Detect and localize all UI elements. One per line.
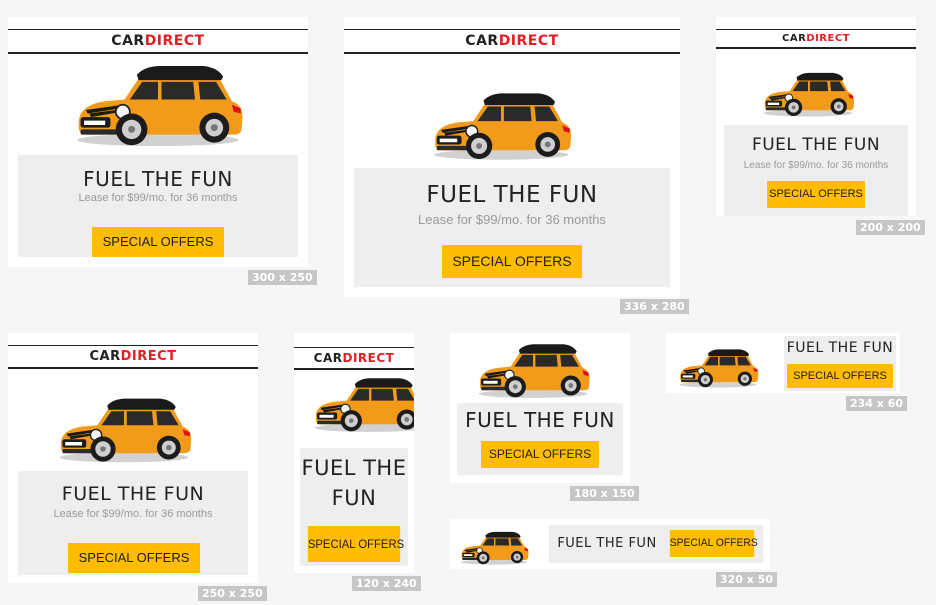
- cardirect-logo: CARDIRECT: [716, 29, 916, 49]
- offer-panel: FUEL THE FUN Lease for $99/mo. for 36 mo…: [18, 471, 248, 575]
- car-icon: [58, 397, 192, 463]
- special-offers-button[interactable]: SPECIAL OFFERS: [442, 245, 582, 278]
- logo-car-text: CAR: [111, 33, 145, 49]
- cardirect-logo: CARDIRECT: [344, 29, 680, 54]
- logo-car-text: CAR: [465, 33, 499, 49]
- logo-direct-text: DIRECT: [806, 33, 850, 44]
- special-offers-button[interactable]: SPECIAL OFFERS: [669, 530, 758, 557]
- lease-subline: Lease for $99/mo. for 36 months: [78, 192, 238, 204]
- car-icon: [314, 377, 414, 433]
- headline-line-1: FUEL THE: [301, 456, 407, 480]
- car-icon: [763, 72, 855, 118]
- cardirect-logo: CARDIRECT: [8, 29, 308, 54]
- banner-336x280[interactable]: CARDIRECT FUEL THE FUN Lease for $99/mo.…: [344, 17, 680, 297]
- car-icon: [433, 92, 572, 161]
- lease-subline: Lease for $99/mo. for 36 months: [418, 212, 606, 227]
- size-label: 336 x 280: [620, 299, 689, 314]
- size-label: 234 x 60: [846, 396, 908, 411]
- size-label: 300 x 250: [248, 270, 317, 285]
- banner-120x240[interactable]: CARDIRECT FUEL THE FUN SPECIAL OFFERS: [294, 333, 414, 573]
- size-label: 180 x 150: [570, 486, 639, 501]
- banner-200x200[interactable]: CARDIRECT FUEL THE FUN Lease for $99/mo.…: [716, 17, 916, 216]
- banner-234x60[interactable]: FUEL THE FUN SPECIAL OFFERS: [666, 333, 900, 393]
- lease-subline: Lease for $99/mo. for 36 months: [743, 160, 889, 171]
- headline: FUEL THE FUN: [557, 536, 657, 551]
- offer-panel: FUEL THE FUN SPECIAL OFFERS: [457, 403, 623, 475]
- lease-subline: Lease for $99/mo. for 36 months: [53, 508, 213, 520]
- logo-car-text: CAR: [89, 349, 121, 364]
- cardirect-logo: CARDIRECT: [294, 347, 414, 370]
- size-label: 320 x 50: [716, 572, 778, 587]
- special-offers-button[interactable]: SPECIAL OFFERS: [92, 227, 224, 257]
- banner-250x250[interactable]: CARDIRECT FUEL THE FUN Lease for $99/mo.…: [8, 333, 258, 583]
- headline: FUEL THE FUN: [61, 483, 205, 505]
- headline: FUEL THE FUN: [426, 182, 598, 208]
- offer-panel: FUEL THE FUN Lease for $99/mo. for 36 mo…: [724, 125, 908, 216]
- headline: FUEL THE FUN: [786, 340, 894, 356]
- car-icon: [460, 531, 529, 566]
- logo-direct-text: DIRECT: [144, 33, 205, 49]
- car-icon: [678, 348, 759, 389]
- banner-320x50[interactable]: FUEL THE FUN SPECIAL OFFERS: [450, 519, 770, 569]
- headline-line-2: FUN: [331, 486, 377, 510]
- headline: FUEL THE FUN: [83, 167, 233, 191]
- logo-direct-text: DIRECT: [498, 33, 559, 49]
- headline: FUEL THE FUN: [465, 408, 615, 432]
- headline: FUEL THE FUN: [751, 135, 881, 155]
- banner-180x150[interactable]: FUEL THE FUN SPECIAL OFFERS: [450, 333, 630, 483]
- special-offers-button[interactable]: SPECIAL OFFERS: [68, 543, 200, 573]
- offer-panel: FUEL THE FUN SPECIAL OFFERS: [784, 336, 896, 391]
- car-icon: [76, 65, 244, 147]
- car-icon: [478, 343, 591, 399]
- size-label: 200 x 200: [856, 220, 925, 235]
- cardirect-logo: CARDIRECT: [8, 345, 258, 369]
- special-offers-button[interactable]: SPECIAL OFFERS: [767, 181, 865, 208]
- special-offers-button[interactable]: SPECIAL OFFERS: [307, 526, 404, 562]
- special-offers-button[interactable]: SPECIAL OFFERS: [787, 364, 893, 388]
- size-label: 120 x 240: [352, 576, 421, 591]
- logo-direct-text: DIRECT: [342, 351, 395, 365]
- logo-car-text: CAR: [313, 351, 343, 365]
- size-label: 250 x 250: [198, 586, 267, 601]
- special-offers-button[interactable]: SPECIAL OFFERS: [481, 441, 599, 468]
- logo-direct-text: DIRECT: [120, 349, 177, 364]
- offer-panel: FUEL THE FUN SPECIAL OFFERS: [300, 448, 408, 566]
- logo-car-text: CAR: [782, 33, 807, 44]
- offer-panel: FUEL THE FUN SPECIAL OFFERS: [549, 525, 763, 563]
- banner-300x250[interactable]: CARDIRECT FUEL THE FUN Lease for $99/mo.…: [8, 17, 308, 267]
- offer-panel: FUEL THE FUN Lease for $99/mo. for 36 mo…: [18, 155, 298, 257]
- offer-panel: FUEL THE FUN Lease for $99/mo. for 36 mo…: [354, 168, 670, 287]
